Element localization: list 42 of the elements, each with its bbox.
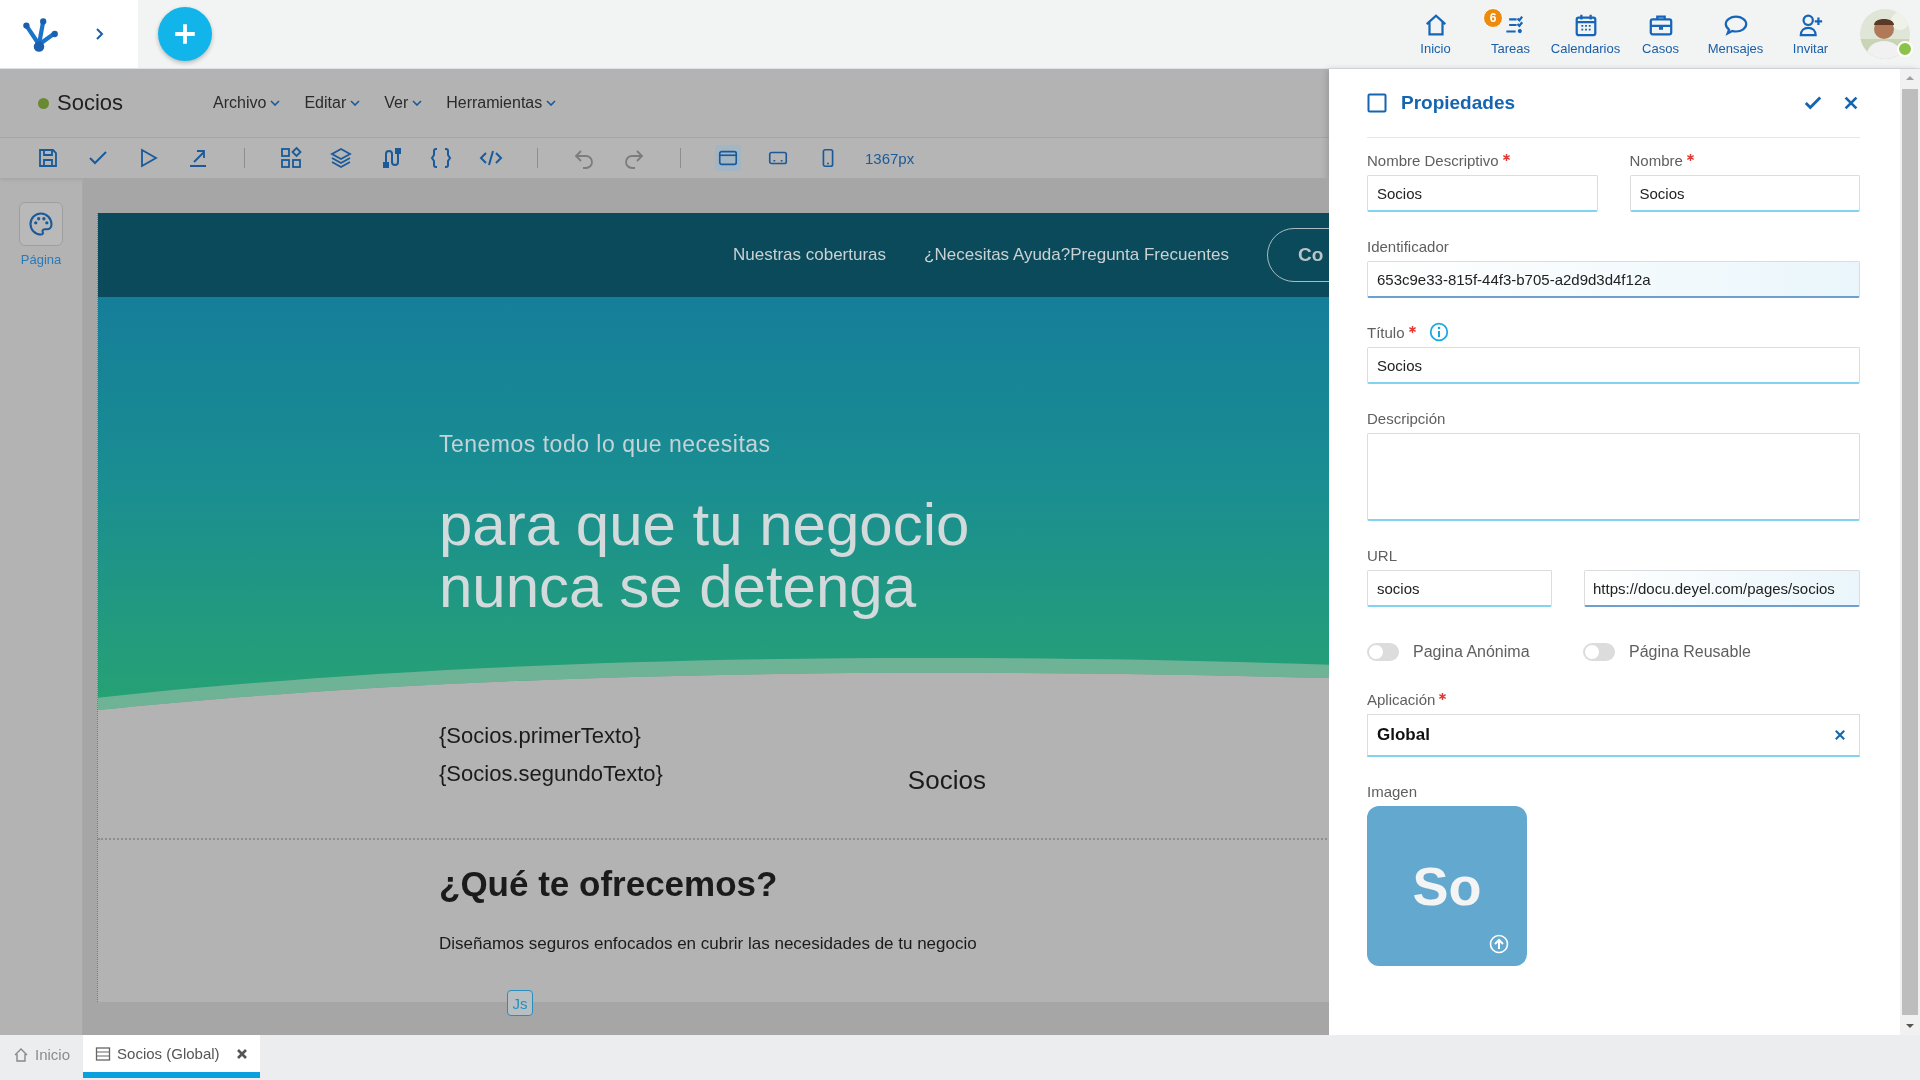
input-field[interactable]: Socios: [1367, 175, 1598, 212]
toggle-label: Pagina Anónima: [1413, 643, 1530, 661]
tab[interactable]: Socios (Global): [83, 1035, 260, 1078]
menu-button[interactable]: Herramientas: [446, 94, 557, 112]
nav-button[interactable]: Calendarios: [1548, 12, 1623, 56]
panel-title: Propiedades: [1401, 92, 1517, 114]
field-label: Descripción: [1367, 409, 1446, 427]
nav-button[interactable]: Invitar: [1773, 12, 1848, 56]
field-label: Identificador: [1367, 237, 1449, 255]
input-field[interactable]: Socios: [1629, 175, 1860, 212]
field-label: URL: [1367, 546, 1397, 564]
count-badge: 6: [1483, 8, 1503, 28]
field-label: Imagen: [1367, 782, 1418, 800]
input-field[interactable]: https://docu.deyel.com/pages/socios: [1584, 570, 1860, 607]
width-label: 1367px: [865, 149, 915, 167]
hero-subtitle: Tenemos todo lo que necesitas: [439, 431, 772, 458]
input-field[interactable]: Socios: [1367, 347, 1860, 384]
page-label: Página: [20, 252, 62, 267]
section-title: ¿Qué te ofrecemos?: [439, 864, 779, 904]
hero-title: para que tu negocio nunca se detenga: [439, 494, 971, 618]
site-nav-link[interactable]: ¿Necesitas Ayuda?Pregunta Frecuentes: [924, 245, 1229, 265]
placeholder-text: {Socios.primerTexto}: [439, 723, 642, 749]
page-title: Socios: [57, 90, 124, 116]
nav-button[interactable]: Casos: [1623, 12, 1698, 56]
select-field[interactable]: Global: [1367, 714, 1860, 757]
initials-text: So: [1412, 855, 1482, 917]
input-field[interactable]: 653c9e33-815f-44f3-b705-a2d9d3d4f12a: [1367, 261, 1860, 298]
menu-button[interactable]: Editar: [304, 94, 361, 112]
field-label: Título: [1367, 323, 1405, 341]
input-field[interactable]: socios: [1367, 570, 1552, 607]
section-text: Diseñamos seguros enfocados en cubrir las necesidades de tu negocio: [439, 934, 978, 954]
placeholder-text: {Socios.segundoTexto}: [439, 761, 663, 787]
nav-button[interactable]: Mensajes: [1698, 12, 1773, 56]
menu-button[interactable]: Archivo: [213, 94, 281, 112]
toggle-label: Página Reusable: [1629, 643, 1751, 661]
site-nav-link[interactable]: Nuestras coberturas: [733, 245, 887, 265]
field-label: Nombre Descriptivo: [1367, 151, 1499, 169]
menu-button[interactable]: Ver: [384, 94, 423, 112]
nav-button[interactable]: Inicio: [1398, 12, 1473, 56]
field-label: Aplicación: [1367, 690, 1436, 708]
section-heading: Socios: [907, 765, 986, 797]
field-label: Nombre: [1629, 151, 1683, 169]
